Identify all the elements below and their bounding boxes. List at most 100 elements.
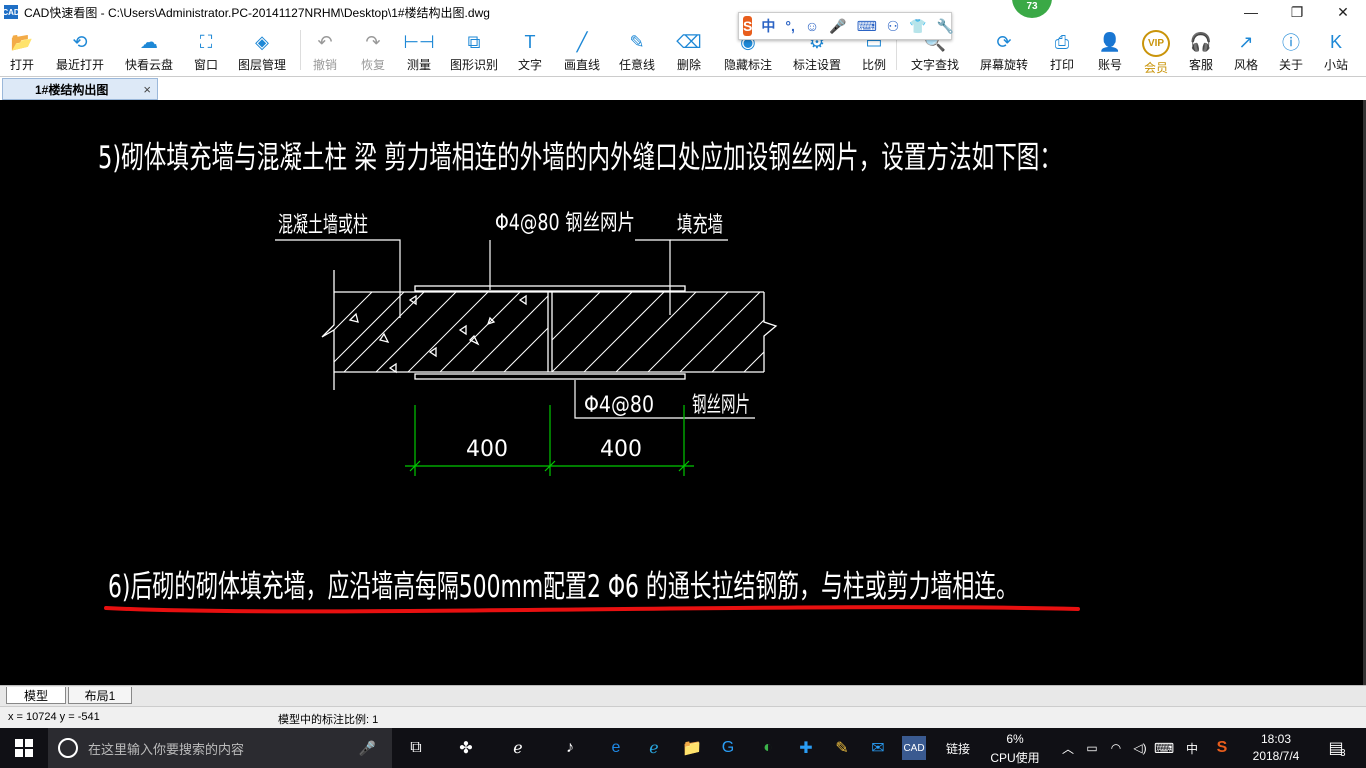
- restore-button[interactable]: ❐: [1274, 0, 1320, 24]
- g-app-icon[interactable]: G: [716, 736, 740, 760]
- rotate-icon: ⟳: [996, 31, 1012, 52]
- toolbar-cloud-button[interactable]: ☁ 快看云盘: [120, 24, 178, 76]
- edge-browser-icon[interactable]: ℯ: [506, 736, 530, 760]
- toolbar-label: 任意线: [618, 58, 655, 72]
- layout-tab-bar: 模型 布局1: [0, 685, 1366, 706]
- document-tab[interactable]: 1#楼结构出图 ×: [2, 78, 158, 100]
- task-view-icon[interactable]: ⧉: [404, 736, 428, 760]
- blue-app-icon[interactable]: ✚: [794, 736, 818, 760]
- tab-close-icon[interactable]: ×: [143, 82, 151, 97]
- toolbar-line-button[interactable]: ╱ 画直线: [556, 24, 608, 76]
- toolbar-user-button[interactable]: 👤 账号: [1088, 24, 1132, 76]
- tab-layout1[interactable]: 布局1: [68, 687, 132, 704]
- toolbar-label: 打印: [1049, 58, 1074, 72]
- toolbar-label: 关于: [1278, 58, 1303, 72]
- sogou-logo-icon[interactable]: S: [743, 16, 753, 36]
- cad-app-icon[interactable]: CAD: [902, 736, 926, 760]
- ime-indicator[interactable]: 中: [1186, 740, 1198, 757]
- toolbar-undo-button[interactable]: ↶ 撤销: [302, 24, 348, 76]
- toolbar-history-button[interactable]: ⟲ 最近打开: [44, 24, 116, 76]
- toolbar-k-station-button[interactable]: K 小站: [1314, 24, 1358, 76]
- toolbar-eraser-button[interactable]: ⌫ 删除: [664, 24, 714, 76]
- toolbar-redo-button[interactable]: ↷ 恢复: [350, 24, 396, 76]
- cloud-icon: ☁: [140, 31, 158, 52]
- battery-icon[interactable]: ▭: [1080, 736, 1104, 760]
- drawing-canvas[interactable]: 5)砌体填充墙与混凝土柱 梁 剪力墙相连的外墙的内外缝口处应加设钢丝网片，设置方…: [0, 100, 1366, 685]
- file-explorer-icon[interactable]: 📁: [680, 736, 704, 760]
- tab-model[interactable]: 模型: [6, 687, 66, 704]
- clock-time[interactable]: 18:03: [1246, 732, 1306, 746]
- toolbar-info-button[interactable]: ⓘ 关于: [1270, 24, 1312, 76]
- toolbar-printer-button[interactable]: ⎙ 打印: [1040, 24, 1084, 76]
- toolbar-pen-button[interactable]: ✎ 任意线: [614, 24, 660, 76]
- keyboard-icon[interactable]: ⌨: [1152, 736, 1176, 760]
- microphone-icon[interactable]: 🎤: [359, 740, 376, 757]
- user-icon[interactable]: ⚇: [887, 18, 900, 35]
- sogou-tray-icon[interactable]: S: [1210, 736, 1234, 760]
- toolbar-label: 删除: [676, 58, 701, 72]
- toolbar-label: 打开: [9, 58, 34, 72]
- green-app-icon[interactable]: ◐: [756, 736, 780, 760]
- label-mesh-bottom-spec: Φ4@80: [584, 393, 654, 418]
- ie-browser-icon-2[interactable]: ℯ: [642, 736, 666, 760]
- toolbar-text-button[interactable]: T 文字: [508, 24, 552, 76]
- vip-icon: VIP: [1142, 30, 1170, 57]
- music-app-icon[interactable]: ♪: [558, 736, 582, 760]
- close-button[interactable]: ✕: [1320, 0, 1366, 24]
- toolbar-folder-button[interactable]: 📂 打开: [0, 24, 44, 76]
- toolbar-label: 小站: [1323, 58, 1348, 72]
- toolbar-label: 账号: [1097, 58, 1122, 72]
- wifi-icon[interactable]: ◠: [1104, 736, 1128, 760]
- toolbar-label: 客服: [1188, 58, 1213, 72]
- toolbar-label: 比例: [861, 58, 886, 72]
- microphone-icon[interactable]: 🎤: [829, 18, 846, 35]
- skin-icon[interactable]: 👕: [909, 18, 926, 35]
- toolbar-label: 文字: [517, 58, 542, 72]
- link-label[interactable]: 链接: [946, 740, 970, 757]
- toolbar-label: 风格: [1233, 58, 1258, 72]
- toolbar-style-button[interactable]: ↗ 风格: [1226, 24, 1266, 76]
- style-icon: ↗: [1238, 31, 1254, 52]
- ie-browser-icon[interactable]: e: [604, 736, 628, 760]
- layers-icon: ◈: [255, 31, 269, 52]
- emoji-icon[interactable]: ☺: [805, 18, 819, 34]
- toolbar-label: 会员: [1143, 61, 1168, 75]
- toolbar-headset-button[interactable]: 🎧 客服: [1178, 24, 1224, 76]
- cpu-label: CPU使用: [990, 751, 1040, 765]
- wrench-icon[interactable]: 🔧: [937, 18, 954, 35]
- toolbar-label: 画直线: [563, 58, 600, 72]
- notes-app-icon[interactable]: ✎: [830, 736, 854, 760]
- note-5-text: 5)砌体填充墙与混凝土柱 梁 剪力墙相连的外墙的内外缝口处应加设钢丝网片，设置方…: [98, 140, 1062, 176]
- chevron-up-icon[interactable]: ︿: [1056, 736, 1080, 760]
- messenger-app-icon[interactable]: ✉: [866, 736, 890, 760]
- label-mesh-bottom-name: 钢丝网片: [692, 393, 750, 418]
- window-controls: — ❐ ✕: [1228, 0, 1366, 24]
- pen-icon: ✎: [629, 31, 645, 52]
- main-toolbar: 📂 打开 ⟲ 最近打开 ☁ 快看云盘 ⛶ 窗口 ◈ 图层管理 ↶ 撤销 ↷ 恢复 ⊢⊣ 测量 ⧉ 图形识别 T 文字 ╱…: [0, 24, 1366, 77]
- keyboard-icon[interactable]: ⌨: [857, 18, 877, 35]
- ime-toolbar[interactable]: S 中 °, ☺ 🎤 ⌨ ⚇ 👕 🔧: [738, 12, 954, 40]
- toolbar-ruler-button[interactable]: ⊢⊣ 测量: [396, 24, 442, 76]
- toolbar-shape-recognize-button[interactable]: ⧉ 图形识别: [446, 24, 502, 76]
- k-station-icon: K: [1329, 31, 1342, 52]
- title-bar: CAD CAD快速看图 - C:\Users\Administrator.PC-…: [0, 0, 1366, 24]
- clock-date[interactable]: 2018/7/4: [1246, 749, 1306, 763]
- fan-app-icon[interactable]: ✤: [454, 736, 478, 760]
- history-icon: ⟲: [72, 31, 88, 52]
- dimension-left: 400: [466, 437, 508, 462]
- label-infill-wall: 填充墙: [677, 213, 723, 238]
- toolbar-rotate-button[interactable]: ⟳ 屏幕旋转: [972, 24, 1036, 76]
- toolbar-label: 快看云盘: [124, 58, 173, 72]
- toolbar-layers-button[interactable]: ◈ 图层管理: [228, 24, 296, 76]
- toolbar-window-button[interactable]: ⛶ 窗口: [186, 24, 226, 76]
- label-mesh-top: Φ4@80 钢丝网片: [495, 211, 635, 236]
- volume-icon[interactable]: ◁): [1128, 736, 1152, 760]
- ime-punctuation[interactable]: °,: [785, 18, 795, 34]
- ime-mode[interactable]: 中: [761, 16, 775, 36]
- toolbar-vip-button[interactable]: VIP 会员: [1136, 24, 1176, 76]
- start-button[interactable]: [0, 728, 48, 768]
- toolbar-label: 窗口: [193, 58, 218, 72]
- toolbar-label: 最近打开: [55, 58, 104, 72]
- taskbar-search[interactable]: 在这里输入你要搜索的内容 🎤: [48, 728, 392, 768]
- minimize-button[interactable]: —: [1228, 0, 1274, 24]
